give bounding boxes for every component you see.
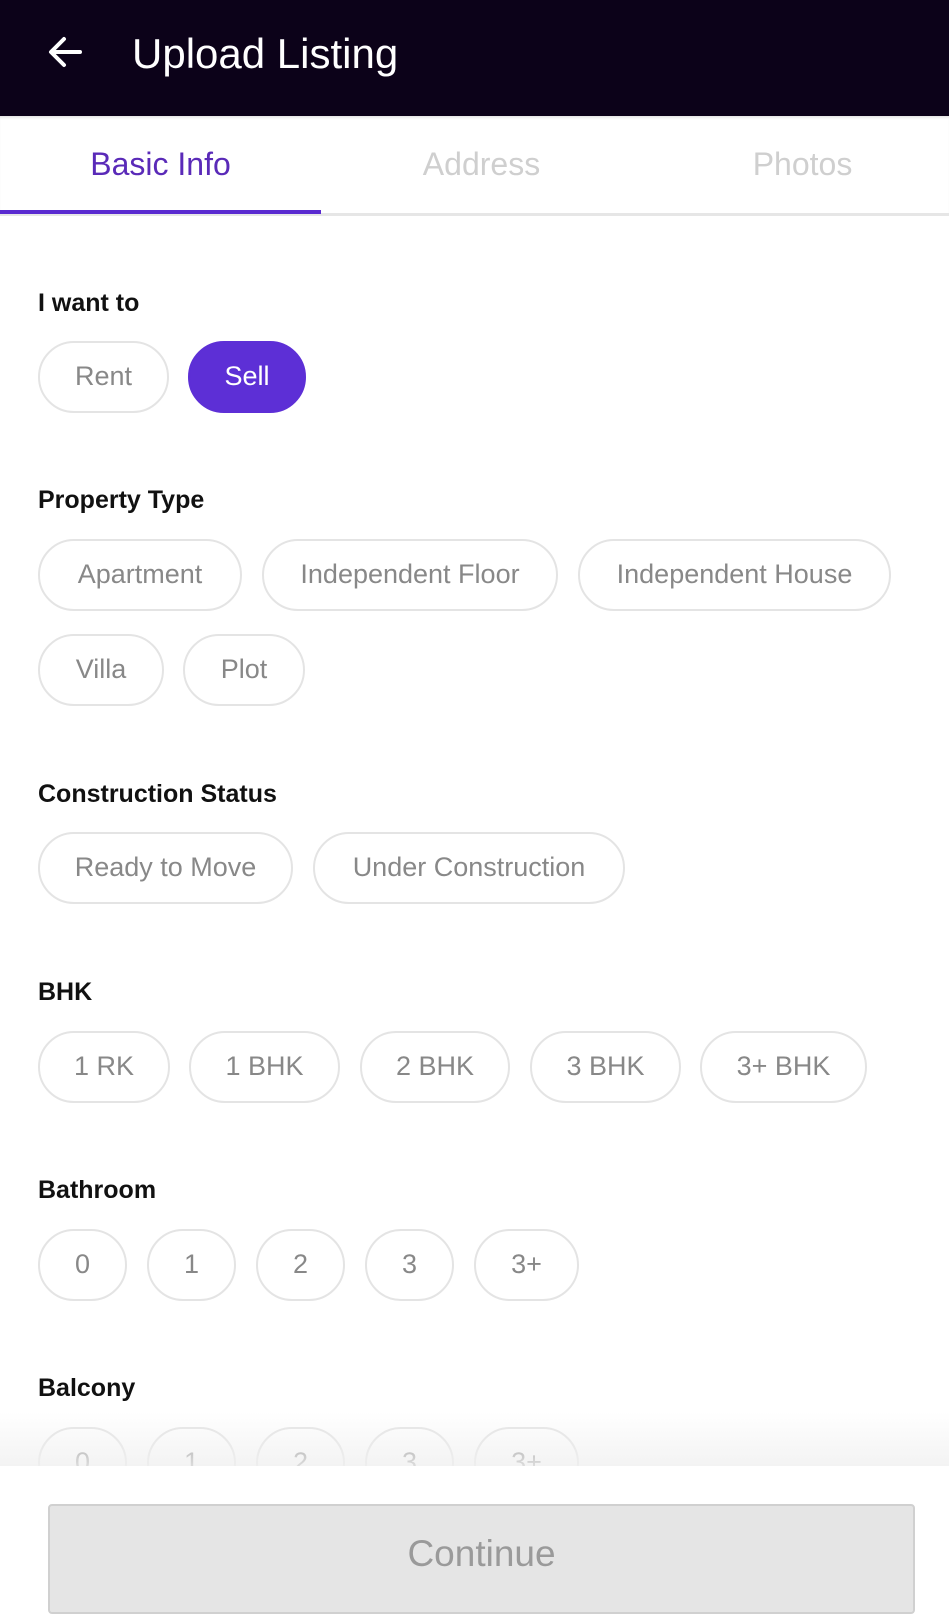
construction-chip-under-construction[interactable]: Under Construction: [313, 832, 625, 904]
bathroom-label: Bathroom: [38, 1176, 157, 1204]
bhk-chip-1rk[interactable]: 1 RK: [38, 1031, 170, 1103]
intent-chip-sell[interactable]: Sell: [188, 341, 306, 413]
bhk-chip-3plus-bhk[interactable]: 3+ BHK: [700, 1031, 867, 1103]
bathroom-chip-3[interactable]: 3: [365, 1229, 454, 1301]
tab-address[interactable]: Address: [321, 116, 642, 212]
tab-basic-info[interactable]: Basic Info: [0, 116, 321, 212]
bathroom-chip-0[interactable]: 0: [38, 1229, 127, 1301]
property-chip-villa[interactable]: Villa: [38, 634, 164, 706]
back-button[interactable]: [44, 30, 88, 74]
construction-chip-ready-to-move[interactable]: Ready to Move: [38, 832, 293, 904]
bathroom-chip-2[interactable]: 2: [256, 1229, 345, 1301]
bhk-label: BHK: [38, 978, 93, 1006]
page-title: Upload Listing: [132, 30, 399, 77]
property-chip-plot[interactable]: Plot: [183, 634, 305, 706]
continue-button[interactable]: Continue: [48, 1504, 915, 1614]
construction-status-label: Construction Status: [38, 780, 277, 808]
arrow-left-icon: [49, 37, 82, 67]
property-chip-apartment[interactable]: Apartment: [38, 539, 242, 611]
property-type-label: Property Type: [38, 486, 205, 514]
app-bar: Upload Listing: [0, 0, 949, 116]
property-chip-independent-floor[interactable]: Independent Floor: [262, 539, 558, 611]
property-chip-independent-house[interactable]: Independent House: [578, 539, 891, 611]
active-tab-indicator: [0, 210, 321, 214]
bathroom-chip-1[interactable]: 1: [147, 1229, 236, 1301]
tab-photos[interactable]: Photos: [642, 116, 949, 212]
balcony-label: Balcony: [38, 1374, 136, 1402]
tab-bar: Basic Info Address Photos: [0, 116, 949, 216]
bhk-chip-1bhk[interactable]: 1 BHK: [189, 1031, 340, 1103]
bhk-chip-3bhk[interactable]: 3 BHK: [530, 1031, 681, 1103]
bhk-chip-2bhk[interactable]: 2 BHK: [360, 1031, 510, 1103]
scroll-fade: [0, 1412, 949, 1466]
bathroom-chip-3plus[interactable]: 3+: [474, 1229, 579, 1301]
intent-label: I want to: [38, 289, 140, 317]
intent-chip-rent[interactable]: Rent: [38, 341, 169, 413]
